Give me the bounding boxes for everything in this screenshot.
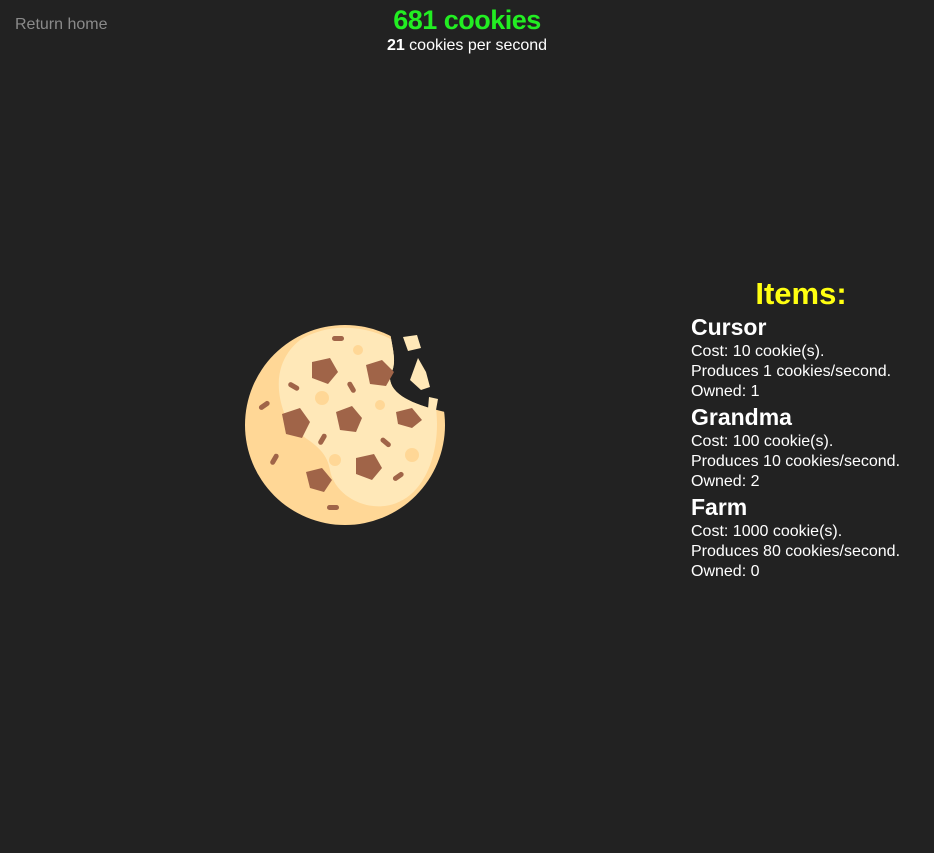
item-cursor[interactable]: Cursor Cost: 10 cookie(s). Produces 1 co… [691,312,927,402]
item-cost: Cost: 100 cookie(s). [691,433,834,450]
items-panel: Items: Cursor Cost: 10 cookie(s). Produc… [691,276,927,582]
item-produces: Produces 10 cookies/second. [691,453,901,470]
item-produces: Produces 1 cookies/second. [691,363,892,380]
item-farm[interactable]: Farm Cost: 1000 cookie(s). Produces 80 c… [691,492,927,582]
item-cost: Cost: 10 cookie(s). [691,343,825,360]
item-grandma[interactable]: Grandma Cost: 100 cookie(s). Produces 10… [691,402,927,492]
item-cost: Cost: 1000 cookie(s). [691,523,843,540]
cookie-button[interactable] [240,320,450,530]
item-name: Cursor [691,314,767,340]
cps-suffix: cookies per second [404,37,548,54]
items-title: Items: [755,276,847,311]
item-produces: Produces 80 cookies/second. [691,543,901,560]
cps-value: 21 [386,37,405,54]
cookies-per-second: 21 cookies per second [0,37,934,55]
item-name: Farm [691,494,748,520]
item-owned: Owned: 1 [691,383,760,400]
item-name: Grandma [691,404,792,430]
cookie-count: 681 cookies [393,5,541,35]
item-owned: Owned: 2 [691,473,760,490]
item-owned: Owned: 0 [691,563,760,580]
cookie-icon [245,325,445,525]
score-header: 681 cookies 21 cookies per second [0,3,934,55]
